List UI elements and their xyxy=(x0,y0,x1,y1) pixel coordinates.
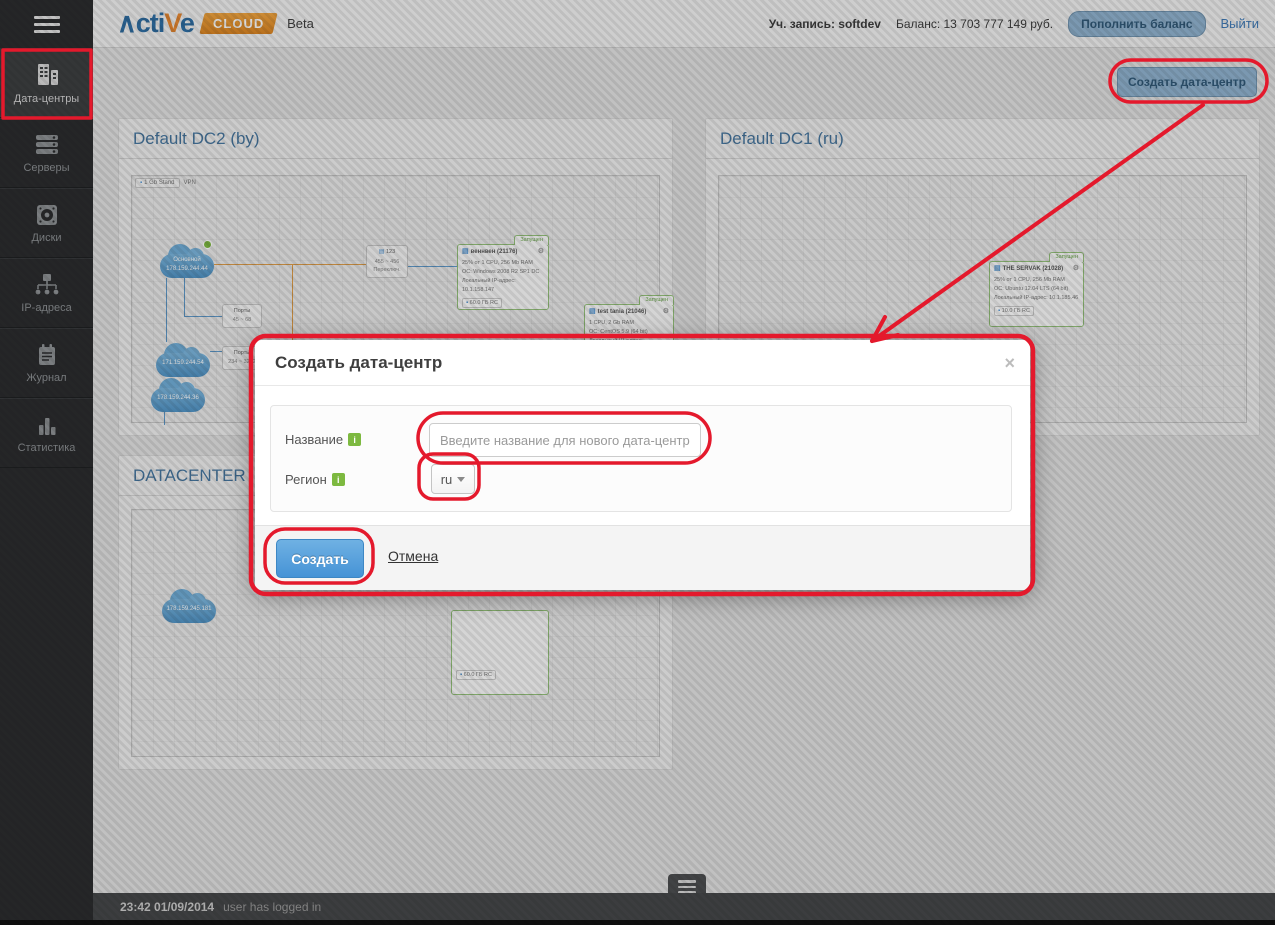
submit-create-button[interactable]: Создать xyxy=(276,539,364,578)
chevron-down-icon xyxy=(457,477,465,482)
server-box-vennven[interactable]: Запущен ▤веннвен (21176)⚙ 25% от 1 CPU, … xyxy=(457,244,549,310)
cancel-link[interactable]: Отмена xyxy=(388,548,438,564)
cloud-badge: CLOUD xyxy=(199,13,277,34)
hamburger-menu-button[interactable] xyxy=(0,0,93,48)
vpn-label: VPN xyxy=(184,180,196,186)
sidebar-item-datacenters[interactable]: Дата-центры xyxy=(0,48,93,118)
sidebar-item-journal[interactable]: Журнал xyxy=(0,328,93,398)
sidebar-item-label: Серверы xyxy=(23,162,69,174)
sidebar-item-label: Статистика xyxy=(18,442,76,454)
network-cloud[interactable]: 178.159.244.36 xyxy=(151,376,205,412)
datacenter-icon xyxy=(33,62,61,88)
modal-title: Создать дата-центр xyxy=(275,353,442,372)
server-box-the-servak[interactable]: Запущен ▤THE SERVAK (21028)⚙ 25% от 1 CP… xyxy=(989,261,1084,327)
nat-box[interactable]: ▤ 123 455 ~ 456Переключ. xyxy=(366,245,408,278)
connection-line xyxy=(184,278,185,316)
server-status-badge: Запущен xyxy=(639,295,674,305)
connection-line xyxy=(408,266,457,267)
status-bar: 23:42 01/09/2014 user has logged in xyxy=(93,893,1275,920)
balance-label: Баланс: 13 703 777 149 руб. xyxy=(896,17,1053,31)
sidebar-item-disks[interactable]: Диски xyxy=(0,188,93,258)
server-disk-chip: ▪ 10.0 ГБ RC xyxy=(994,306,1034,316)
info-icon[interactable]: i xyxy=(332,473,345,486)
create-datacenter-button[interactable]: Создать дата-центр xyxy=(1117,67,1257,97)
connection-line xyxy=(164,412,165,425)
status-timestamp: 23:42 01/09/2014 xyxy=(120,900,214,914)
switch-icon: ▤ xyxy=(379,249,385,255)
server-icon: ▤ xyxy=(589,308,596,315)
disk-icon: ▪ xyxy=(998,308,1000,314)
sidebar: Дата-центры Серверы Диски xyxy=(0,0,93,925)
status-message: user has logged in xyxy=(223,900,321,914)
top-bar: ∧ctiVe CLOUD Beta Уч. запись: softdev Ба… xyxy=(93,0,1275,48)
modal-footer: Создать Отмена xyxy=(255,525,1030,590)
activecloud-logo[interactable]: ∧ctiVe CLOUD Beta xyxy=(117,8,314,39)
disk-icon: ▪ xyxy=(460,672,462,678)
server-settings-gear-icon[interactable]: ⚙ xyxy=(538,248,544,255)
bottom-strip xyxy=(0,920,1275,925)
create-datacenter-modal: Создать дата-центр × Названиеi Регионi r… xyxy=(255,340,1030,590)
logout-link[interactable]: Выйти xyxy=(1221,16,1260,31)
server-icon: ▤ xyxy=(994,265,1001,272)
modal-header: Создать дата-центр × xyxy=(255,340,1030,386)
server-settings-gear-icon[interactable]: ⚙ xyxy=(663,308,669,315)
ports-box[interactable]: Порты45 ~ 68 xyxy=(222,304,262,328)
connection-line xyxy=(166,278,167,342)
region-field-label: Регионi xyxy=(285,472,345,487)
server-box-partial[interactable]: ▪ 60.0 ГБ RC xyxy=(451,610,549,695)
sidebar-item-label: IP-адреса xyxy=(21,302,71,314)
logo-wordmark: ∧ctiVe xyxy=(117,8,194,39)
sidebar-item-statistics[interactable]: Статистика xyxy=(0,398,93,468)
sidebar-item-label: Диски xyxy=(31,232,61,244)
plan-badge: ▪1 Gb Stand VPN xyxy=(135,178,196,188)
network-cloud[interactable]: 178.159.245.181 xyxy=(162,587,216,623)
sidebar-item-ip-addresses[interactable]: IP-адреса xyxy=(0,258,93,328)
disk-icon xyxy=(35,203,59,227)
datacenter-name-input[interactable] xyxy=(429,423,701,457)
beta-label: Beta xyxy=(287,16,314,31)
sidebar-item-servers[interactable]: Серверы xyxy=(0,118,93,188)
sidebar-item-label: Дата-центры xyxy=(14,93,79,105)
disk-icon: ▪ xyxy=(140,180,142,186)
card-title: Default DC1 (ru) xyxy=(706,119,1259,159)
sidebar-item-label: Журнал xyxy=(26,372,66,384)
server-disk-chip: ▪ 60.0 ГБ RC xyxy=(462,298,502,308)
server-status-badge: Запущен xyxy=(1049,252,1084,262)
close-icon[interactable]: × xyxy=(1004,340,1015,386)
bar-chart-icon xyxy=(35,413,59,437)
connection-line xyxy=(214,264,368,265)
network-cloud[interactable]: 171.159.244.54 xyxy=(156,341,210,377)
topup-balance-button[interactable]: Пополнить баланс xyxy=(1068,11,1205,37)
network-tree-icon xyxy=(34,273,60,297)
info-icon[interactable]: i xyxy=(348,433,361,446)
card-title: Default DC2 (by) xyxy=(119,119,672,159)
account-label: Уч. запись: softdev xyxy=(769,17,881,31)
network-cloud-primary[interactable]: Основной178.159.244.44 xyxy=(160,242,214,278)
connection-line xyxy=(184,316,222,317)
modal-form-well: Названиеi Регионi ru xyxy=(270,405,1012,512)
app-window: ∧ctiVe CLOUD Beta Уч. запись: softdev Ба… xyxy=(0,0,1275,925)
name-field-label: Названиеi xyxy=(285,432,361,447)
region-select[interactable]: ru xyxy=(431,464,475,494)
server-status-badge: Запущен xyxy=(514,235,549,245)
server-disk-chip: ▪ 60.0 ГБ RC xyxy=(456,670,496,680)
vpn-lock-icon xyxy=(203,240,212,249)
server-settings-gear-icon[interactable]: ⚙ xyxy=(1073,265,1079,272)
journal-icon xyxy=(35,343,59,367)
servers-icon xyxy=(33,133,61,157)
server-icon: ▤ xyxy=(462,248,469,255)
disk-icon: ▪ xyxy=(466,300,468,306)
